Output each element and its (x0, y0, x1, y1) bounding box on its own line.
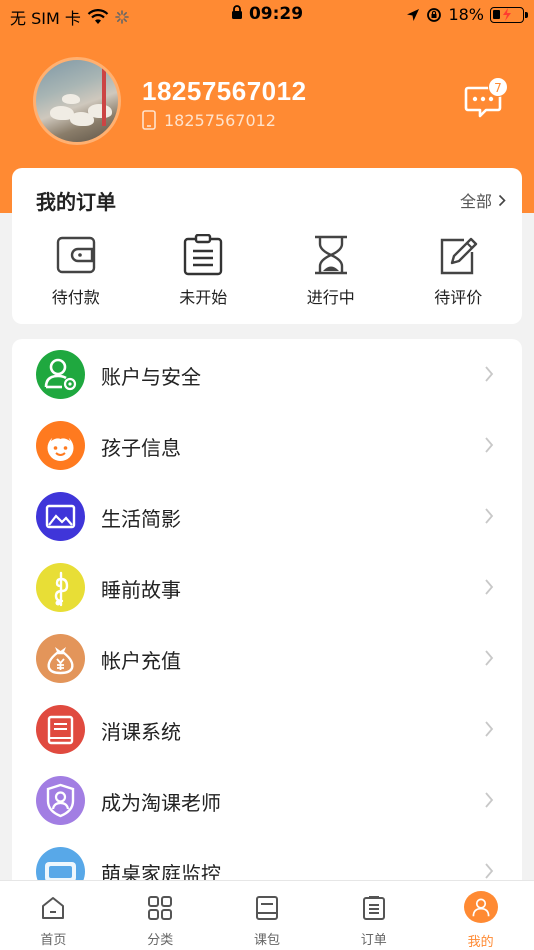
book-icon (36, 705, 85, 754)
tab-course-package[interactable]: 课包 (214, 881, 321, 950)
tab-home[interactable]: 首页 (0, 881, 107, 950)
menu-item-bedtime-stories[interactable]: 睡前故事 (12, 552, 522, 623)
chevron-right-icon (498, 194, 506, 206)
order-item-label: 进行中 (306, 288, 355, 307)
view-all-orders-link[interactable]: 全部 (460, 188, 506, 212)
order-status-row: 待付款 未开始 进行中 待评价 (12, 234, 522, 308)
menu-item-class-deduction[interactable]: 消课系统 (12, 694, 522, 765)
course-package-icon (255, 896, 278, 920)
rotation-lock-icon (427, 7, 442, 22)
tab-label: 首页 (40, 933, 67, 948)
user-icon (463, 891, 498, 923)
lock-icon (231, 5, 242, 19)
chevron-right-icon (485, 366, 494, 382)
menu-item-account-security[interactable]: 账户与安全 (12, 339, 522, 410)
music-note-icon (36, 563, 85, 612)
location-arrow-icon (407, 8, 420, 21)
grid-icon (148, 896, 173, 920)
clock-time: 09:29 (248, 4, 304, 24)
menu-item-label: 帐户充值 (101, 649, 181, 673)
tab-category[interactable]: 分类 (107, 881, 214, 950)
menu-item-child-info[interactable]: 孩子信息 (12, 410, 522, 481)
home-icon (42, 897, 65, 919)
battery-percent: 18% (448, 5, 484, 24)
teacher-badge-icon (36, 776, 85, 825)
chevron-right-icon (485, 863, 494, 879)
message-count-badge: 7 (488, 77, 508, 97)
order-item-label: 待付款 (51, 288, 100, 307)
order-list-icon (362, 896, 385, 920)
chevron-right-icon (485, 437, 494, 453)
my-orders-card: 我的订单 全部 待付款 未开始 进行中 待评价 (12, 168, 522, 324)
mobile-phone-icon (142, 110, 156, 130)
order-item-label: 待评价 (434, 288, 483, 307)
chevron-right-icon (485, 721, 494, 737)
menu-item-label: 睡前故事 (101, 578, 181, 602)
menu-item-label: 账户与安全 (101, 365, 201, 389)
menu-item-label: 生活简影 (101, 507, 181, 531)
menu-item-become-teacher[interactable]: 成为淘课老师 (12, 765, 522, 836)
money-bag-icon (36, 634, 85, 683)
battery-icon (490, 6, 528, 23)
account-security-icon (36, 350, 85, 399)
hourglass-icon (314, 235, 347, 275)
chevron-right-icon (485, 650, 494, 666)
clipboard-icon (184, 234, 223, 276)
menu-item-label: 消课系统 (101, 720, 181, 744)
phone-number: 18257567012 (164, 110, 276, 130)
child-face-icon (36, 421, 85, 470)
menu-item-account-recharge[interactable]: 帐户充值 (12, 623, 522, 694)
menu-item-label: 成为淘课老师 (101, 791, 221, 815)
edit-icon (441, 237, 478, 275)
view-all-label: 全部 (459, 192, 492, 211)
username-phone: 18257567012 (142, 76, 307, 106)
wallet-icon (56, 236, 95, 274)
tab-orders[interactable]: 订单 (320, 881, 427, 950)
tab-mine[interactable]: 我的 (427, 881, 534, 950)
menu-item-label: 孩子信息 (101, 436, 181, 460)
order-item-label: 未开始 (179, 288, 228, 307)
order-pending-payment[interactable]: 待付款 (12, 234, 140, 308)
tab-label: 分类 (147, 933, 174, 948)
tab-label: 我的 (467, 935, 494, 950)
menu-list: 账户与安全 孩子信息 生活简影 睡前故事 帐户充值 消课系统 成为淘课老师 萌桌… (12, 339, 522, 899)
chevron-right-icon (485, 579, 494, 595)
my-orders-title: 我的订单 (36, 190, 116, 214)
chevron-right-icon (485, 508, 494, 524)
status-bar: 无 SIM 卡 09:29 18% (0, 0, 534, 30)
order-in-progress[interactable]: 进行中 (267, 234, 395, 308)
phone-number-row: 18257567012 (142, 110, 276, 130)
bottom-tab-bar: 首页 分类 课包 订单 我的 (0, 880, 534, 950)
order-not-started[interactable]: 未开始 (140, 234, 268, 308)
chevron-right-icon (485, 792, 494, 808)
tab-label: 课包 (253, 933, 280, 948)
tab-label: 订单 (360, 933, 387, 948)
order-pending-review[interactable]: 待评价 (395, 234, 523, 308)
image-icon (36, 492, 85, 541)
menu-item-life-gallery[interactable]: 生活简影 (12, 481, 522, 552)
avatar[interactable] (33, 57, 121, 145)
